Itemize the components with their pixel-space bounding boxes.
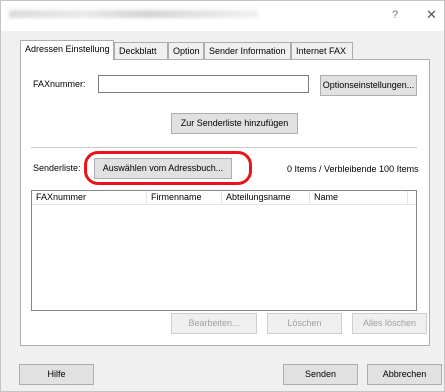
help-icon[interactable]: ? bbox=[392, 9, 398, 21]
edit-button[interactable]: Bearbeiten... bbox=[171, 313, 257, 334]
fax-number-input[interactable] bbox=[98, 75, 309, 93]
title-bar: ? ✕ bbox=[1, 1, 444, 31]
column-header-faxnummer[interactable]: FAXnummer bbox=[32, 191, 147, 205]
tab-sender-information[interactable]: Sender Information bbox=[204, 42, 291, 59]
close-icon[interactable]: ✕ bbox=[426, 7, 437, 23]
section-divider bbox=[31, 147, 417, 148]
help-button[interactable]: Hilfe bbox=[19, 364, 94, 385]
tab-internet-fax[interactable]: Internet FAX bbox=[291, 42, 353, 59]
fax-settings-dialog: ? ✕ Adressen Einstellung Deckblatt Optio… bbox=[0, 0, 445, 392]
send-button[interactable]: Senden bbox=[283, 364, 358, 385]
highlight-ring bbox=[84, 151, 252, 185]
senderlist-table[interactable]: FAXnummer Firmenname Abteilungsname Name bbox=[31, 190, 417, 311]
tab-deckblatt[interactable]: Deckblatt bbox=[114, 42, 168, 59]
senderlist-label: Senderliste: bbox=[33, 163, 81, 173]
cancel-button[interactable]: Abbrechen bbox=[367, 364, 442, 385]
table-header: FAXnummer Firmenname Abteilungsname Name bbox=[32, 191, 416, 205]
options-settings-button[interactable]: Optionseinstellungen... bbox=[320, 75, 417, 96]
tab-option[interactable]: Option bbox=[168, 42, 204, 59]
column-header-firmenname[interactable]: Firmenname bbox=[147, 191, 222, 205]
item-count-text: 0 Items / Verbleibende 100 Items bbox=[287, 164, 419, 174]
fax-number-label: FAXnummer: bbox=[33, 79, 86, 89]
blurred-window-title bbox=[9, 10, 259, 18]
column-header-abteilungsname[interactable]: Abteilungsname bbox=[222, 191, 310, 205]
column-header-name[interactable]: Name bbox=[310, 191, 408, 205]
tab-adressen-einstellung[interactable]: Adressen Einstellung bbox=[20, 40, 114, 60]
delete-all-button[interactable]: Alles löschen bbox=[352, 313, 427, 334]
add-to-senderlist-button[interactable]: Zur Senderliste hinzufügen bbox=[171, 113, 298, 134]
delete-button[interactable]: Löschen bbox=[267, 313, 342, 334]
